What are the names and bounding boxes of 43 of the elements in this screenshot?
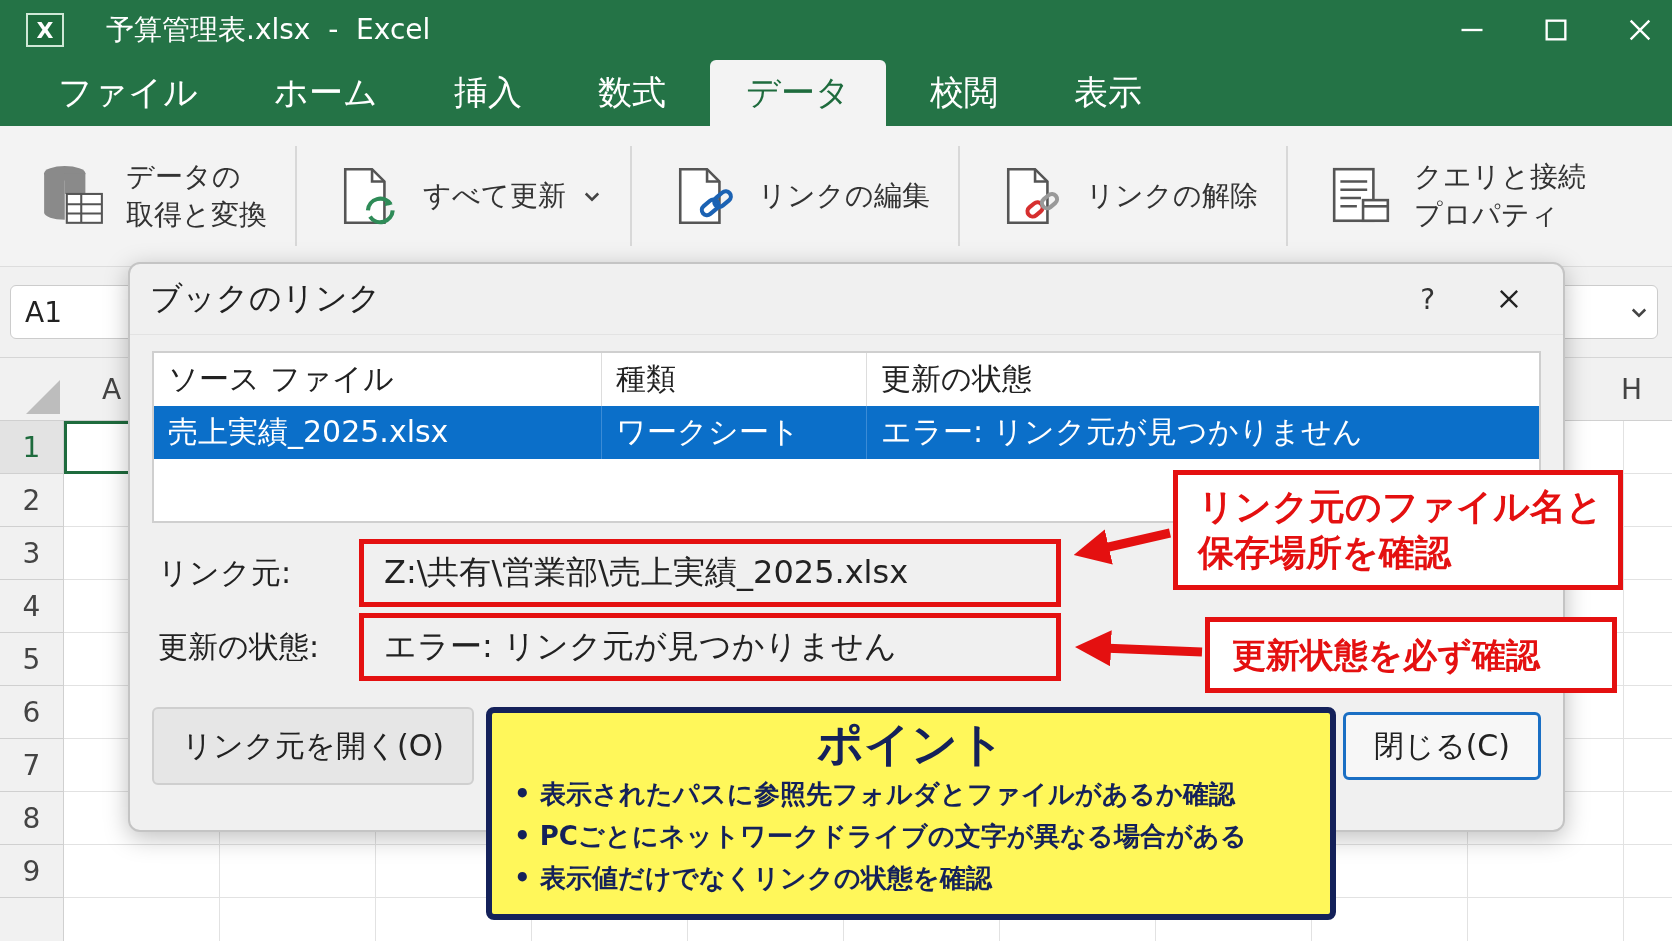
annotation-callout: リンク元のファイル名と 保存場所を確認 bbox=[1173, 470, 1623, 590]
tip-title: ポイント bbox=[817, 716, 1005, 773]
dialog-button[interactable]: リンク元を開く(O) bbox=[152, 707, 475, 785]
ribbon-tab[interactable]: ホーム bbox=[236, 60, 416, 126]
row-header[interactable]: 5 bbox=[0, 633, 63, 686]
row-header[interactable]: 9 bbox=[0, 845, 63, 898]
ribbon-tab[interactable]: 校閲 bbox=[892, 60, 1036, 126]
ribbon-tab[interactable]: 数式 bbox=[560, 60, 704, 126]
column-heading: 更新の状態 bbox=[880, 360, 1033, 398]
help-button[interactable]: ? bbox=[1414, 281, 1441, 317]
field-value: Z:\共有\営業部\売上実績_2025.xlsx bbox=[359, 539, 1061, 607]
ribbon-button[interactable]: クエリと接続 プロパティ bbox=[1328, 158, 1586, 234]
row-header[interactable]: 8 bbox=[0, 792, 63, 845]
tip-bullet: • 表示されたパスに参照先フォルダとファイルがあるか確認 bbox=[514, 778, 1235, 811]
tip-bullet: • PCごとにネットワークドライブの文字が異なる場合がある bbox=[514, 820, 1247, 853]
row-header[interactable]: 7 bbox=[0, 739, 63, 792]
tip-bullet: • 表示値だけでなくリンクの状態を確認 bbox=[514, 862, 992, 895]
field-label: 更新の状態: bbox=[157, 627, 321, 666]
row-header[interactable]: 1 bbox=[0, 421, 63, 474]
link-row[interactable]: 売上実績_2025.xlsx ワークシート エラー: リンク元が見つかりません bbox=[154, 406, 1539, 459]
row-header[interactable]: 2 bbox=[0, 474, 63, 527]
column-header[interactable]: A bbox=[102, 372, 122, 406]
column-header[interactable]: H bbox=[1620, 372, 1642, 406]
ribbon-tab[interactable]: ファイル bbox=[20, 60, 236, 126]
field-value: エラー: リンク元が見つかりません bbox=[359, 613, 1061, 681]
ribbon-tab[interactable]: 表示 bbox=[1036, 60, 1180, 126]
table-cell: ワークシート bbox=[602, 406, 867, 459]
ribbon-button[interactable]: すべて更新 bbox=[337, 160, 602, 232]
ribbon-button[interactable]: データの 取得と変換 bbox=[40, 158, 267, 234]
table-cell-text: エラー: リンク元が見つかりません bbox=[880, 413, 1364, 451]
excel-logo-icon: X bbox=[26, 13, 64, 47]
field-label: リンク元: bbox=[157, 553, 293, 592]
ribbon-button[interactable]: リンクの解除 bbox=[1000, 160, 1258, 232]
row-header[interactable]: 3 bbox=[0, 527, 63, 580]
table-cell: 売上実績_2025.xlsx bbox=[154, 406, 602, 459]
ribbon-tab[interactable]: データ bbox=[710, 60, 886, 126]
window-title: 予算管理表.xlsx - Excel bbox=[106, 12, 431, 48]
annotation-callout: 更新状態を必ず確認 bbox=[1205, 617, 1617, 693]
ribbon-button[interactable]: リンクの編集 bbox=[672, 160, 930, 232]
row-header[interactable]: 6 bbox=[0, 686, 63, 739]
dialog-button[interactable]: 閉じる(C) bbox=[1342, 712, 1541, 780]
row-header[interactable]: 4 bbox=[0, 580, 63, 633]
ribbon-tab[interactable]: 挿入 bbox=[416, 60, 560, 126]
